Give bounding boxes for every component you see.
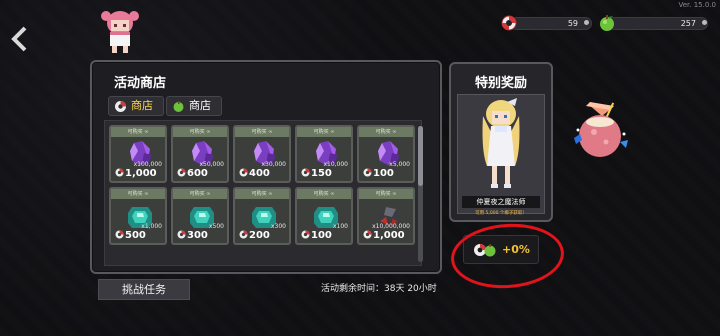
item-price: 300 [187, 230, 208, 241]
tab-ring-shop[interactable]: 商店 [108, 96, 164, 116]
tab-label: 商店 [189, 99, 211, 112]
purchase-limit: 可购买 ∞ [235, 189, 289, 199]
purchase-limit: 可购买 ∞ [297, 189, 351, 199]
shop-item-cell[interactable]: 可购买 ∞ x5,000 100 [357, 125, 415, 183]
item-price: 100 [373, 168, 394, 179]
float-ring-icon [301, 168, 310, 177]
shop-item-cell[interactable]: 可购买 ∞ x300 200 [233, 187, 291, 245]
tab-label: 商店 [131, 99, 153, 112]
item-price: 500 [125, 230, 146, 241]
resource-value: 257 [680, 19, 696, 28]
purchase-limit: 可购买 ∞ [111, 127, 165, 137]
float-ring-icon [239, 168, 248, 177]
reward-name: 仲夏夜之魔法师 [462, 196, 540, 208]
shop-item-cell[interactable]: 可购买 ∞ x10,000 150 [295, 125, 353, 183]
float-ring-icon [115, 230, 124, 239]
item-quantity: x1,000 [141, 223, 162, 230]
special-reward-title: 特别奖励 [474, 76, 527, 91]
resource-float-ring: 59 [500, 14, 592, 32]
float-ring-icon [363, 230, 372, 239]
resource-green-fruit: 257 [598, 14, 710, 32]
green-fruit-icon [600, 15, 614, 31]
float-ring-icon [363, 168, 372, 177]
item-price: 600 [187, 168, 208, 179]
float-ring-icon [501, 15, 517, 31]
player-avatar[interactable] [98, 8, 142, 54]
scrollbar-thumb[interactable] [418, 126, 423, 186]
shop-item-cell[interactable]: 可购买 ∞ x100,000 1,000 [109, 125, 167, 183]
coconut-drink-icon[interactable] [568, 98, 634, 164]
resource-value: 59 [567, 19, 578, 28]
item-quantity: x300 [270, 223, 286, 230]
item-quantity: x10,000 [323, 161, 348, 168]
purchase-limit: 可购买 ∞ [235, 127, 289, 137]
item-price: 150 [311, 168, 332, 179]
float-ring-icon [239, 230, 248, 239]
item-quantity: x50,000 [199, 161, 224, 168]
resource-dot [584, 20, 589, 25]
item-price: 200 [249, 230, 270, 241]
challenge-tasks-button[interactable]: 挑战任务 [98, 279, 190, 300]
purchase-limit: 可购买 ∞ [111, 189, 165, 199]
shop-item-cell[interactable]: 可购买 ∞ x10,000,000 1,000 [357, 187, 415, 245]
shop-item-cell[interactable]: 可购买 ∞ x50,000 600 [171, 125, 229, 183]
float-ring-icon [115, 101, 126, 112]
reward-note: 可用 5,000 个椰子获取！ [475, 211, 527, 216]
purchase-limit: 可购买 ∞ [297, 127, 351, 137]
float-ring-icon [301, 230, 310, 239]
item-quantity: x5,000 [389, 161, 410, 168]
purchase-limit: 可购买 ∞ [359, 127, 413, 137]
item-quantity: x30,000 [261, 161, 286, 168]
purchase-limit: 可购买 ∞ [173, 189, 227, 199]
float-ring-icon [177, 168, 186, 177]
event-timer: 活动剩余时间：38天 20小时 [321, 284, 437, 294]
item-quantity: x100 [332, 223, 348, 230]
item-grid: 可购买 ∞ x100,000 1,000 可购买 ∞ x50,000 600 可购买 ∞ x3… [104, 120, 422, 266]
item-price: 1,000 [125, 168, 157, 179]
purchase-limit: 可购买 ∞ [173, 127, 227, 137]
float-ring-icon [177, 230, 186, 239]
tab-fruit-shop[interactable]: 商店 [166, 96, 222, 116]
back-button[interactable] [8, 24, 32, 54]
reward-character[interactable] [477, 96, 525, 194]
shop-item-cell[interactable]: 可购买 ∞ x100 100 [295, 187, 353, 245]
version-label: Ver. 15.0.0 [678, 1, 716, 9]
shop-item-cell[interactable]: 可购买 ∞ x500 300 [171, 187, 229, 245]
item-price: 400 [249, 168, 270, 179]
item-price: 1,000 [373, 230, 405, 241]
resource-bar [510, 17, 592, 30]
resource-dot [702, 20, 707, 25]
shop-item-cell[interactable]: 可购买 ∞ x30,000 400 [233, 125, 291, 183]
item-quantity: x500 [208, 223, 224, 230]
shop-item-cell[interactable]: 可购买 ∞ x1,000 500 [109, 187, 167, 245]
green-fruit-icon [173, 101, 184, 112]
float-ring-icon [115, 168, 124, 177]
chevron-left-icon [11, 26, 27, 52]
panel-title: 活动商店 [114, 76, 167, 91]
purchase-limit: 可购买 ∞ [359, 189, 413, 199]
item-quantity: x10,000,000 [372, 223, 410, 230]
item-quantity: x100,000 [133, 161, 162, 168]
item-price: 100 [311, 230, 332, 241]
